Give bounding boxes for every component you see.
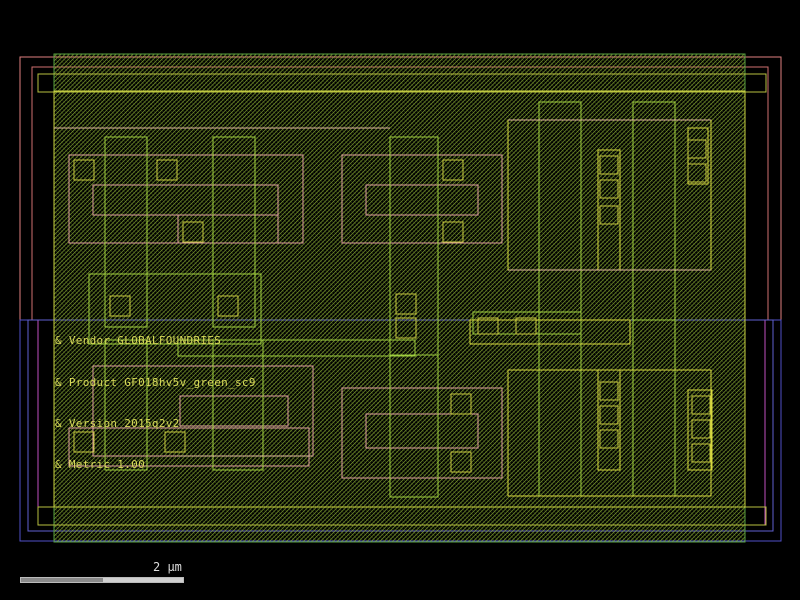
version-annotation: & Version 2015q2v2: [55, 417, 180, 430]
scale-bar-segment: [21, 578, 103, 582]
scale-label: 2 μm: [153, 560, 182, 574]
scale-bar: [20, 577, 184, 583]
diffusion-fill-overlay: [54, 54, 745, 542]
vendor-annotation: & Vendor GLOBALFOUNDRIES: [55, 334, 222, 347]
product-annotation: & Product GF018hv5v_green_sc9: [55, 376, 256, 389]
layout-view: [19, 53, 782, 543]
metric-annotation: & Metric 1.00: [55, 458, 145, 471]
